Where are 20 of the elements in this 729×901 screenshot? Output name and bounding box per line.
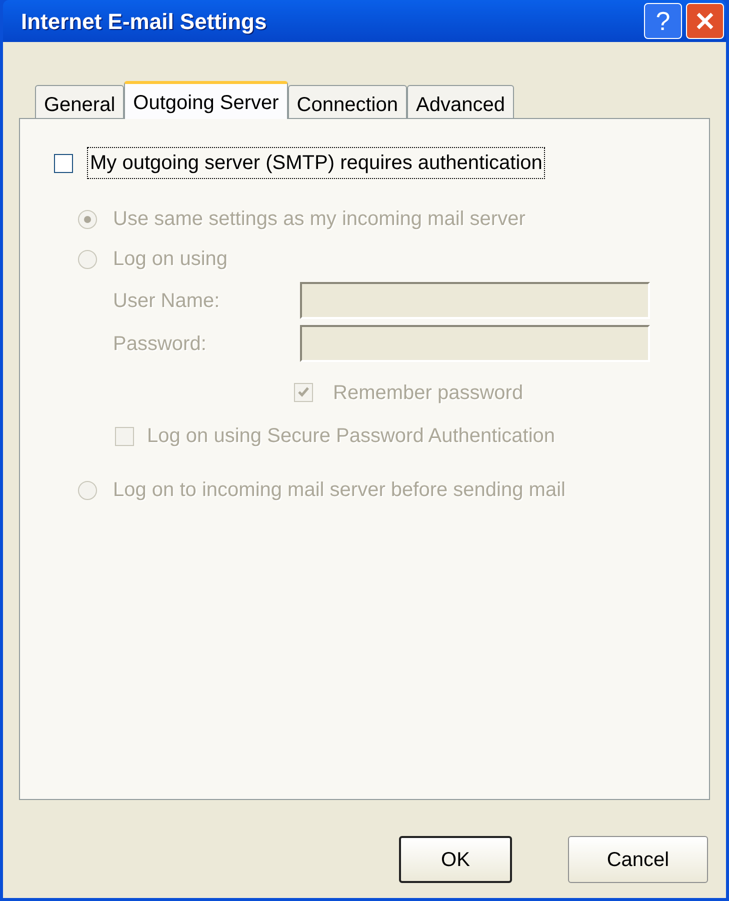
tab[interactable]: Connection xyxy=(288,85,407,118)
help-button[interactable]: ? xyxy=(644,3,682,39)
tab[interactable]: Advanced xyxy=(406,85,514,118)
field-label: Password: xyxy=(113,332,208,356)
close-button[interactable] xyxy=(686,3,724,39)
checkbox-label: My outgoing server (SMTP) requires authentication xyxy=(87,147,546,179)
field-label: User Name: xyxy=(113,288,221,314)
tab[interactable]: Outgoing Server xyxy=(124,81,288,119)
checkbox-label: Log on using Secure Password Authentication xyxy=(147,424,556,449)
radio-label: Log on to incoming mail server before sending mail xyxy=(113,478,566,503)
radio-label: Log on using xyxy=(113,247,228,272)
close-icon xyxy=(695,11,715,31)
tab[interactable]: General xyxy=(35,85,124,118)
checkmark-icon xyxy=(297,386,310,399)
window-title: Internet E-mail Settings xyxy=(21,8,267,36)
dialog-button[interactable]: Cancel xyxy=(568,836,708,883)
checkbox[interactable] xyxy=(54,154,73,172)
dialog-button[interactable]: OK xyxy=(399,836,512,883)
radio-label: Use same settings as my incoming mail server xyxy=(113,207,526,232)
checkbox-label: Remember password xyxy=(333,380,524,406)
